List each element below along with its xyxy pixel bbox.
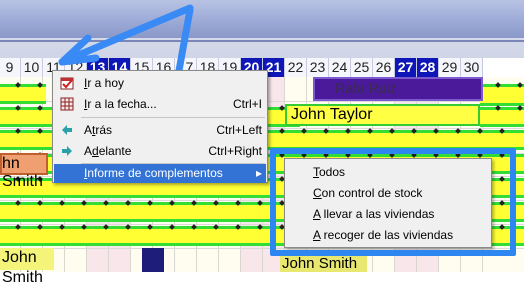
menu-separator [81, 117, 265, 118]
booking-john-smith-left[interactable]: hn Smith [0, 153, 48, 190]
annotation-highlight-box [270, 148, 516, 256]
day-header-cell[interactable]: 27 [395, 58, 417, 77]
day-header-cell[interactable]: 23 [307, 58, 329, 77]
booking-bar[interactable] [480, 107, 524, 127]
menu-item-atras[interactable]: Atrás Ctrl+Left [54, 120, 266, 140]
day-header-cell[interactable]: 24 [329, 58, 351, 77]
arrow-right-icon [60, 144, 74, 158]
title-gradient [0, 0, 524, 38]
day-header-cell[interactable]: 10 [21, 58, 43, 77]
submenu-arrow-icon: ▸ [255, 166, 262, 180]
day-header-cell[interactable]: 26 [373, 58, 395, 77]
menu-item-ir-a-hoy[interactable]: Ir a hoy [54, 73, 266, 93]
booking-john-smith-bottom-right[interactable]: John Smith [280, 255, 367, 272]
menu-item-ir-a-la-fecha[interactable]: Ir a la fecha... Ctrl+I [54, 94, 266, 114]
day-header-cell[interactable]: 9 [0, 58, 21, 77]
day-header-cell[interactable]: 25 [351, 58, 373, 77]
selected-cell[interactable] [142, 248, 164, 272]
context-menu: Ir a hoy Ir a la fecha... Ctrl+I Atrás C… [52, 70, 268, 183]
day-header-cell[interactable]: 22 [285, 58, 307, 77]
day-header-cell[interactable]: 30 [461, 58, 483, 77]
day-header-cell[interactable]: 29 [439, 58, 461, 77]
calendar-grid-icon [60, 97, 74, 111]
day-header-cell[interactable]: 28 [417, 58, 439, 77]
menu-item-adelante[interactable]: Adelante Ctrl+Right [54, 141, 266, 161]
menu-item-informe-de-complementos[interactable]: Informe de complementos ▸ [54, 164, 266, 183]
booking-purple-label: Rafa Ruiz [335, 80, 397, 96]
booking-john-taylor[interactable]: John Taylor [285, 104, 480, 126]
calendar-check-icon [60, 76, 74, 90]
arrow-left-icon [60, 123, 74, 137]
booking-john-smith-bottom[interactable]: John Smith [0, 248, 54, 286]
booking-bar[interactable] [480, 84, 524, 106]
header-divider [0, 40, 524, 42]
